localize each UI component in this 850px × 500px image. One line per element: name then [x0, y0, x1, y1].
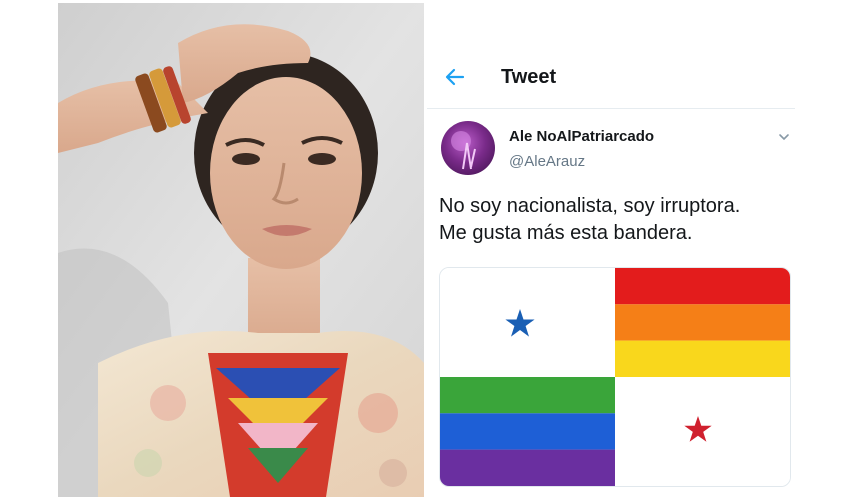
avatar[interactable]	[441, 121, 495, 175]
author-handle[interactable]: @AleArauz	[509, 153, 585, 170]
arrow-left-icon[interactable]	[443, 65, 467, 89]
chevron-down-icon[interactable]	[777, 130, 791, 144]
tweet-header: Tweet	[427, 3, 795, 109]
portrait-photo	[58, 3, 424, 497]
tweet-panel: Tweet Ale NoAlPatriarcado @AleArauz No s…	[427, 3, 795, 497]
page-title: Tweet	[501, 66, 557, 88]
tweet-text-line: Me gusta más esta bandera.	[439, 222, 693, 244]
author-display-name[interactable]: Ale NoAlPatriarcado	[509, 128, 654, 145]
tweet-text-line: No soy nacionalista, soy irruptora.	[439, 195, 741, 217]
tweet-media-image[interactable]	[439, 267, 791, 487]
tweet-text: No soy nacionalista, soy irruptora. Me g…	[439, 193, 789, 247]
